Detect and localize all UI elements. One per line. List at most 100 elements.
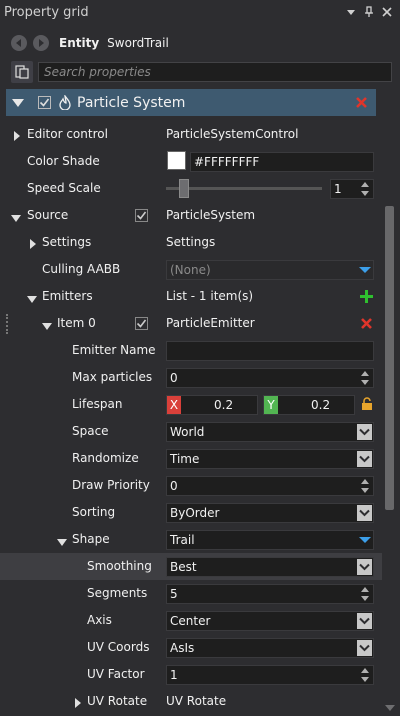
segments-input[interactable]: 5 [166,584,374,604]
space-combo[interactable]: World [166,422,374,442]
expand-down-icon[interactable] [11,212,21,222]
row-culling-aabb: Culling AABB (None) [0,256,382,283]
remove-icon[interactable] [361,318,372,329]
item-checkbox[interactable] [135,317,148,330]
culling-combo[interactable]: (None) [166,260,374,280]
sorting-combo[interactable]: ByOrder [166,503,374,523]
prop-value: Settings [166,235,216,249]
prop-label: Lifespan [72,397,123,411]
expand-right-icon[interactable] [13,130,23,141]
emitter-name-input[interactable] [166,341,374,361]
component-enabled-checkbox[interactable] [38,96,51,109]
uv-factor-input[interactable]: 1 [166,665,374,685]
max-particles-input[interactable]: 0 [166,368,374,388]
smoothing-combo[interactable]: Best [166,557,374,577]
field-value: 0 [170,371,178,385]
entity-name: SwordTrail [107,36,169,50]
field-value: 1 [170,668,178,682]
spin-buttons[interactable] [359,667,371,683]
collapse-icon[interactable] [12,98,24,108]
row-item-0: Item 0 ParticleEmitter [0,310,382,337]
prop-value: List - 1 item(s) [166,289,254,303]
speed-scale-value: 1 [334,182,342,196]
speed-slider-thumb[interactable] [179,179,189,198]
expand-down-icon[interactable] [57,536,67,546]
vertical-scrollbar[interactable] [384,120,396,712]
chevron-down-icon[interactable] [357,559,372,575]
lifespan-y-input[interactable]: Y 0.2 [263,395,355,415]
randomize-combo[interactable]: Time [166,449,374,469]
chevron-down-icon[interactable] [357,451,372,467]
prop-value: UV Rotate [166,694,227,708]
component-title: Particle System [77,94,186,111]
search-input[interactable] [38,62,392,82]
chevron-down-icon[interactable] [357,640,372,656]
field-value: 0 [170,479,178,493]
expand-right-icon[interactable] [29,238,39,249]
back-icon[interactable] [11,35,27,51]
prop-label: Editor control [27,127,108,141]
scroll-down-icon[interactable] [385,704,395,712]
prop-label: Sorting [72,505,116,519]
forward-icon[interactable] [33,35,49,51]
chevron-down-icon[interactable] [357,532,372,548]
combo-value: Best [170,560,197,574]
row-shape: Shape Trail [0,526,382,553]
search-mode-icon[interactable] [11,61,33,83]
color-swatch[interactable] [167,151,186,170]
expand-down-icon[interactable] [27,293,37,303]
expand-down-icon[interactable] [42,320,52,330]
axis-combo[interactable]: Center [166,611,374,631]
panel-title: Property grid [4,4,89,20]
prop-value: ParticleSystemControl [166,127,299,141]
spin-buttons[interactable] [359,478,371,494]
spin-buttons[interactable] [359,586,371,602]
pin-icon[interactable] [360,4,378,20]
prop-label: Max particles [72,370,153,384]
shape-combo[interactable]: Trail [166,530,374,550]
chevron-down-icon[interactable] [357,424,372,440]
prop-label: Space [72,424,109,438]
speed-slider-track[interactable] [166,187,322,190]
combo-value: ByOrder [170,506,220,520]
prop-label: Segments [87,586,148,600]
expand-right-icon[interactable] [74,697,84,708]
prop-label: Culling AABB [42,262,121,276]
component-header-particle-system[interactable]: Particle System [6,89,376,116]
row-segments: Segments 5 [0,580,382,607]
chevron-down-icon[interactable] [357,262,372,278]
source-checkbox[interactable] [135,209,148,222]
prop-label: Item 0 [57,316,96,330]
entity-nav: Entity SwordTrail [0,30,400,56]
drag-handle[interactable] [6,314,8,334]
prop-label: UV Coords [87,640,150,654]
prop-label: Settings [42,235,92,249]
combo-value: World [170,425,205,439]
spin-buttons[interactable] [359,370,371,386]
chevron-down-icon[interactable] [357,613,372,629]
prop-label: Shape [72,532,110,546]
speed-scale-input[interactable]: 1 [330,179,374,199]
lock-icon[interactable] [361,397,373,411]
spin-buttons[interactable] [359,181,371,197]
row-smoothing: Smoothing Best [0,553,382,580]
prop-label: UV Rotate [87,694,148,708]
scrollbar-thumb[interactable] [385,206,394,510]
draw-priority-input[interactable]: 0 [166,476,374,496]
row-axis: Axis Center [0,607,382,634]
close-icon[interactable] [378,4,396,20]
entity-label: Entity [59,36,100,50]
color-hex-input[interactable]: #FFFFFFFF [190,152,374,172]
search-row [0,60,400,84]
combo-value: Time [170,452,200,466]
combo-value: Center [170,614,211,628]
row-source: Source ParticleSystem [0,202,382,229]
chevron-down-icon[interactable] [357,505,372,521]
remove-component-icon[interactable] [356,97,367,108]
window-dropdown-icon[interactable] [342,4,360,20]
prop-value: ParticleSystem [166,208,256,222]
lifespan-x-value: 0.2 [214,398,234,412]
lifespan-x-input[interactable]: X 0.2 [166,395,258,415]
uv-coords-combo[interactable]: AsIs [166,638,374,658]
add-icon[interactable] [360,290,373,303]
